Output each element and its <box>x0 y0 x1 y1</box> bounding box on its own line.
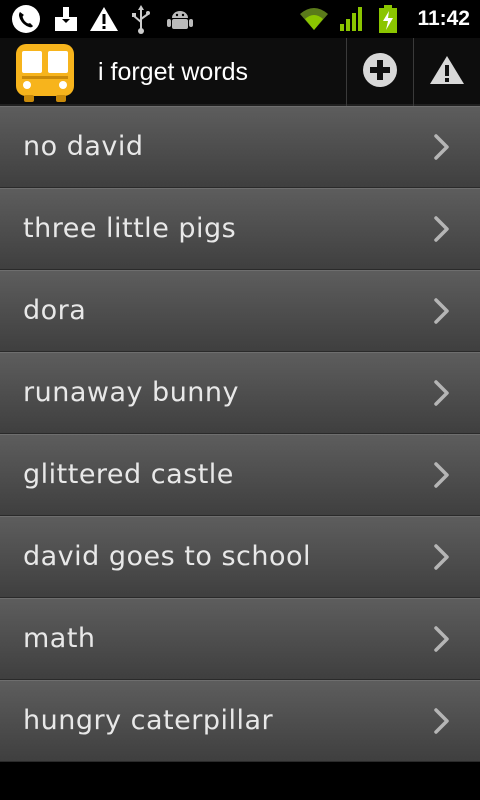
list-item[interactable]: glittered castle <box>0 434 480 516</box>
list-item[interactable]: three little pigs <box>0 188 480 270</box>
status-time: 11:42 <box>417 7 470 30</box>
chevron-right-icon <box>432 133 452 161</box>
signal-icon <box>338 4 366 34</box>
warning-button[interactable] <box>414 38 480 106</box>
usb-icon <box>128 4 154 34</box>
battery-charging-icon <box>376 4 400 34</box>
list-item-label: dora <box>23 295 87 326</box>
wifi-icon <box>298 4 330 34</box>
action-bar: i forget words <box>0 38 480 106</box>
chevron-right-icon <box>432 461 452 489</box>
list-item-label: no david <box>23 131 144 162</box>
list-item[interactable]: david goes to school <box>0 516 480 598</box>
app-title: i forget words <box>98 58 249 86</box>
list-item[interactable]: dora <box>0 270 480 352</box>
list-item[interactable]: runaway bunny <box>0 352 480 434</box>
list-item[interactable]: hungry caterpillar <box>0 680 480 762</box>
download-icon <box>52 4 80 34</box>
chevron-right-icon <box>432 543 452 571</box>
add-icon <box>362 52 398 92</box>
word-list: no david three little pigs dora runaway … <box>0 106 480 762</box>
school-bus-icon <box>14 43 76 103</box>
list-item-label: glittered castle <box>23 459 234 490</box>
chevron-right-icon <box>432 625 452 653</box>
empty-area <box>0 762 480 800</box>
list-item-label: three little pigs <box>23 213 237 244</box>
warning-icon <box>429 54 465 90</box>
phone-call-icon <box>8 4 44 34</box>
chevron-right-icon <box>432 297 452 325</box>
list-item-label: david goes to school <box>23 541 312 572</box>
list-item[interactable]: math <box>0 598 480 680</box>
list-item[interactable]: no david <box>0 106 480 188</box>
status-bar: 11:42 <box>0 0 480 38</box>
warning-icon <box>88 4 120 34</box>
chevron-right-icon <box>432 707 452 735</box>
add-button[interactable] <box>347 38 413 106</box>
list-item-label: math <box>23 623 96 654</box>
list-item-label: runaway bunny <box>23 377 240 408</box>
chevron-right-icon <box>432 215 452 243</box>
chevron-right-icon <box>432 379 452 407</box>
android-debug-icon <box>166 4 194 34</box>
list-item-label: hungry caterpillar <box>23 705 274 736</box>
